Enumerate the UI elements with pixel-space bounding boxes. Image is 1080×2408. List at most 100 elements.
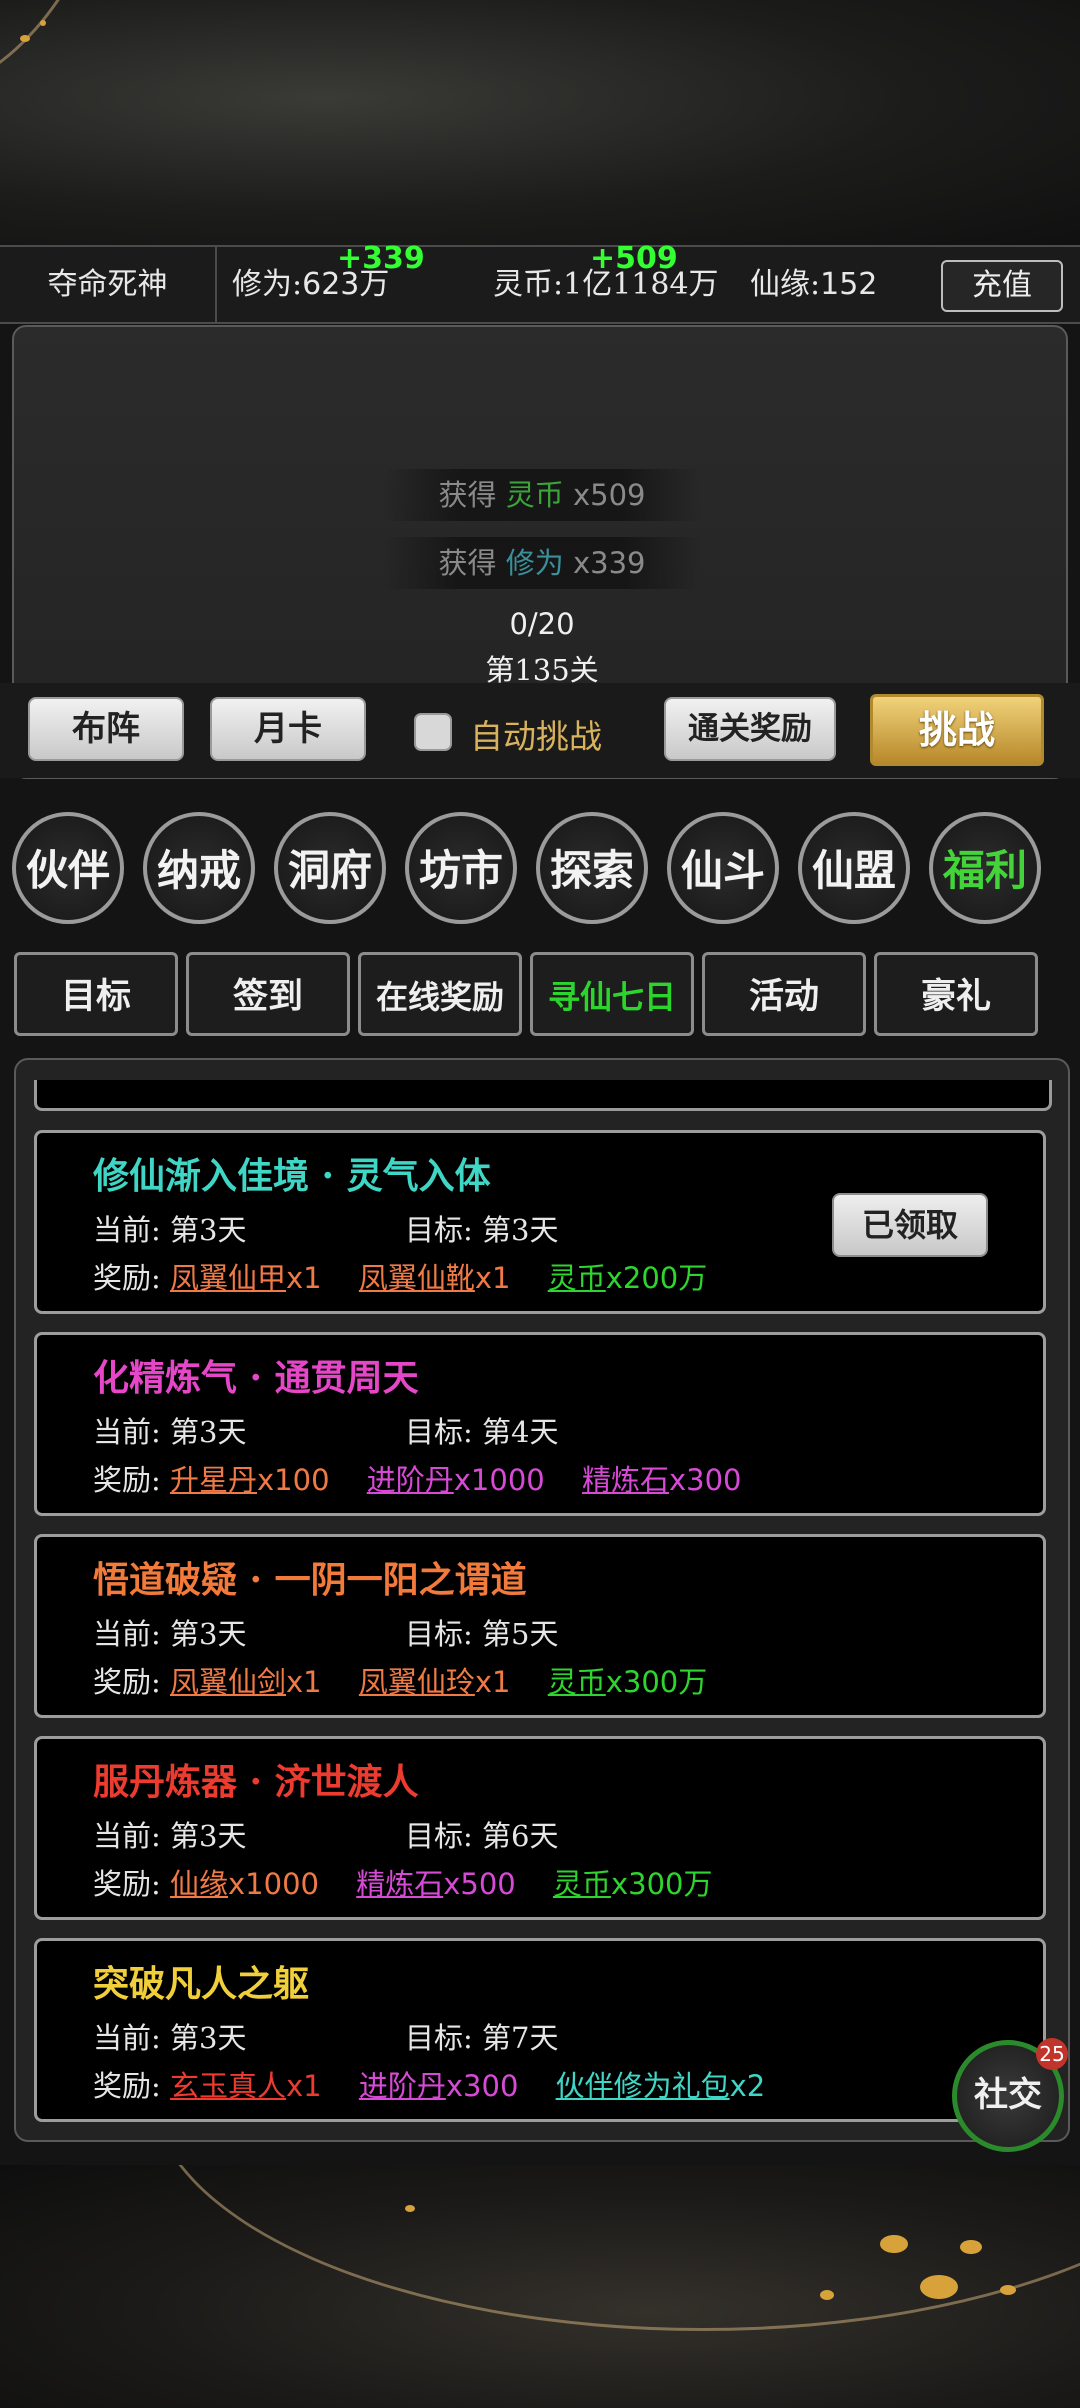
quest-card: 突破凡人之躯 当前: 第3天 目标: 第7天 奖励: 玄玉真人x1 进阶丹x30… — [34, 1938, 1046, 2122]
reward-qty: x500 — [443, 1867, 516, 1901]
reward-item[interactable]: 凤翼仙甲x1 — [170, 1261, 322, 1295]
target-value: 第6天 — [482, 1819, 559, 1853]
reward-label: 奖励: — [93, 1867, 161, 1901]
quest-card: 化精炼气 · 通贯周天 当前: 第3天 目标: 第4天 奖励: 升星丹x100 … — [34, 1332, 1046, 1516]
auto-challenge-label[interactable]: 自动挑战 — [470, 710, 602, 758]
current-label: 当前: — [93, 2021, 161, 2055]
quest-current: 当前: 第3天 — [93, 1207, 246, 1249]
quest-current: 当前: 第3天 — [93, 1611, 246, 1653]
loot-prefix: 获得 — [438, 546, 497, 580]
previous-card-edge — [34, 1080, 1052, 1111]
decor-arc — [0, 0, 170, 142]
reward-item[interactable]: 凤翼仙剑x1 — [170, 1665, 322, 1699]
reward-item[interactable]: 灵币x300万 — [553, 1867, 713, 1901]
target-label: 目标: — [405, 1617, 473, 1651]
target-value: 第4天 — [482, 1415, 559, 1449]
target-value: 第3天 — [482, 1213, 559, 1247]
loot-message: 获得 修为 x339 — [382, 537, 702, 589]
reward-qty: x1 — [474, 1261, 511, 1295]
tab-seven-days[interactable]: 寻仙七日 — [530, 952, 694, 1036]
reward-name: 玄玉真人 — [170, 2069, 287, 2103]
tab-events[interactable]: 活动 — [702, 952, 866, 1036]
reward-name: 凤翼仙甲 — [170, 1261, 287, 1295]
reward-item[interactable]: 伙伴修为礼包x2 — [556, 2069, 766, 2103]
menu-cave[interactable]: 洞府 — [274, 812, 386, 924]
wave-progress: 0/20 — [509, 607, 575, 641]
reward-item[interactable]: 灵币x200万 — [548, 1261, 708, 1295]
quest-card: 修仙渐入佳境 · 灵气入体 当前: 第3天 目标: 第3天 奖励: 凤翼仙甲x1… — [34, 1130, 1046, 1314]
reward-name: 灵币 — [547, 1665, 606, 1699]
auto-challenge-checkbox[interactable] — [414, 713, 452, 751]
quest-current: 当前: 第3天 — [93, 2015, 246, 2057]
menu-market[interactable]: 坊市 — [405, 812, 517, 924]
reward-name: 精炼石 — [356, 1867, 444, 1901]
reward-qty: x300万 — [610, 1867, 713, 1901]
current-label: 当前: — [93, 1213, 161, 1247]
monthly-card-button[interactable]: 月卡 — [210, 697, 366, 761]
reward-qty: x100 — [257, 1463, 330, 1497]
reward-qty: x1000 — [453, 1463, 545, 1497]
quest-list[interactable]: 修仙渐入佳境 · 灵气入体 当前: 第3天 目标: 第3天 奖励: 凤翼仙甲x1… — [14, 1058, 1070, 2142]
decor-dot — [820, 2290, 834, 2300]
formation-button[interactable]: 布阵 — [28, 697, 184, 761]
fate-value: 152 — [820, 267, 878, 302]
reward-item[interactable]: 进阶丹x300 — [359, 2069, 519, 2103]
cultivation-label: 修为: — [232, 267, 303, 302]
player-name: 夺命死神 — [0, 247, 217, 322]
clear-reward-button[interactable]: 通关奖励 — [664, 697, 836, 761]
menu-welfare[interactable]: 福利 — [929, 812, 1041, 924]
reward-name: 进阶丹 — [366, 1463, 454, 1497]
target-label: 目标: — [405, 2021, 473, 2055]
reward-name: 伙伴修为礼包 — [555, 2069, 730, 2103]
reward-item[interactable]: 升星丹x100 — [170, 1463, 330, 1497]
reward-label: 奖励: — [93, 2069, 161, 2103]
tab-checkin[interactable]: 签到 — [186, 952, 350, 1036]
tab-gifts[interactable]: 豪礼 — [874, 952, 1038, 1036]
current-value: 第3天 — [170, 1819, 247, 1853]
menu-ring[interactable]: 纳戒 — [143, 812, 255, 924]
reward-name: 灵币 — [552, 1867, 611, 1901]
claimed-button[interactable]: 已领取 — [832, 1193, 988, 1257]
tab-online-rewards[interactable]: 在线奖励 — [358, 952, 522, 1036]
target-label: 目标: — [405, 1415, 473, 1449]
reward-qty: x1 — [286, 1261, 322, 1295]
quest-target: 目标: 第4天 — [405, 1409, 558, 1451]
menu-explore[interactable]: 探索 — [536, 812, 648, 924]
reward-qty: x1 — [286, 2069, 322, 2103]
quest-rewards: 奖励: 凤翼仙甲x1 凤翼仙靴x1 灵币x200万 — [93, 1255, 735, 1297]
reward-item[interactable]: 进阶丹x1000 — [367, 1463, 545, 1497]
reward-qty: x1 — [474, 1665, 511, 1699]
decor-dot — [880, 2235, 908, 2253]
menu-partner[interactable]: 伙伴 — [12, 812, 124, 924]
loot-prefix: 获得 — [438, 478, 497, 512]
decor-dot — [40, 20, 46, 26]
current-value: 第3天 — [170, 1617, 247, 1651]
top-background — [0, 0, 1080, 245]
decor-dot — [20, 35, 30, 42]
decor-dot — [405, 2205, 415, 2212]
challenge-button[interactable]: 挑战 — [870, 694, 1044, 766]
tab-goals[interactable]: 目标 — [14, 952, 178, 1036]
recharge-button[interactable]: 充值 — [941, 260, 1063, 312]
reward-item[interactable]: 精炼石x300 — [582, 1463, 742, 1497]
reward-item[interactable]: 精炼石x500 — [356, 1867, 516, 1901]
target-value: 第7天 — [482, 2021, 559, 2055]
reward-item[interactable]: 仙缘x1000 — [170, 1867, 319, 1901]
quest-title: 化精炼气 · 通贯周天 — [93, 1357, 419, 1399]
reward-item[interactable]: 灵币x300万 — [548, 1665, 708, 1699]
quest-current: 当前: 第3天 — [93, 1813, 246, 1855]
menu-alliance[interactable]: 仙盟 — [798, 812, 910, 924]
loot-item: 灵币 — [505, 478, 564, 512]
reward-name: 凤翼仙剑 — [170, 1665, 287, 1699]
reward-item[interactable]: 玄玉真人x1 — [170, 2069, 322, 2103]
quest-current: 当前: 第3天 — [93, 1409, 246, 1451]
reward-item[interactable]: 凤翼仙玲x1 — [359, 1665, 511, 1699]
reward-qty: x1000 — [228, 1867, 319, 1901]
target-label: 目标: — [405, 1819, 473, 1853]
menu-arena[interactable]: 仙斗 — [667, 812, 779, 924]
current-label: 当前: — [93, 1617, 161, 1651]
quest-rewards: 奖励: 凤翼仙剑x1 凤翼仙玲x1 灵币x300万 — [93, 1659, 735, 1701]
reward-item[interactable]: 凤翼仙靴x1 — [359, 1261, 511, 1295]
current-value: 第3天 — [170, 1415, 247, 1449]
current-label: 当前: — [93, 1819, 161, 1853]
